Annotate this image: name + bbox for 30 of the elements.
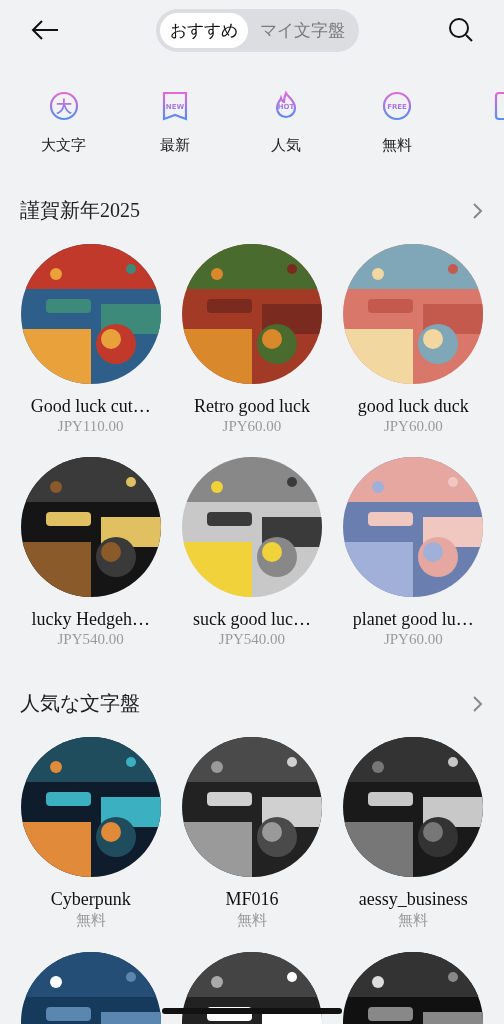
watch-face-name: Good luck cut… — [30, 396, 151, 417]
watch-face-name: MF016 — [225, 889, 279, 910]
category-label[interactable]: 最新 — [159, 136, 190, 155]
category-label[interactable]: 大文字 — [41, 136, 86, 155]
tab[interactable]: おすすめ — [159, 12, 248, 48]
price: 無料 — [75, 911, 106, 930]
chevron-right-icon[interactable] — [472, 694, 484, 713]
section-title: 謹賀新年2025 — [20, 198, 140, 223]
back-arrow-icon — [31, 19, 59, 41]
watch-face-name: suck good luc… — [193, 609, 311, 630]
price: 無料 — [237, 911, 267, 930]
watch-face-name: planet good lu… — [352, 609, 474, 630]
price: JPY540.00 — [57, 631, 124, 648]
price: JPY60.00 — [383, 631, 443, 648]
price: JPY60.00 — [383, 418, 443, 435]
category-label[interactable]: 人気 — [270, 136, 301, 155]
watch-face-name: aessy_business — [358, 889, 468, 910]
watch-face-name: lucky Hedgeh… — [31, 609, 150, 630]
chevron-right-icon[interactable] — [472, 201, 484, 220]
price: JPY540.00 — [218, 631, 286, 648]
price: JPY60.00 — [222, 418, 282, 435]
category-label[interactable]: 無料 — [381, 136, 412, 155]
watch-face-name: Retro good luck — [194, 396, 310, 417]
search-icon — [448, 17, 474, 43]
category-icon: 大 — [47, 90, 80, 122]
section-title: 人気な文字盤 — [20, 691, 140, 716]
price: 無料 — [398, 911, 429, 930]
watch-face-name: good luck duck — [357, 396, 469, 417]
watch-face-name: Cyberpunk — [50, 889, 131, 910]
price: JPY110.00 — [57, 418, 124, 435]
